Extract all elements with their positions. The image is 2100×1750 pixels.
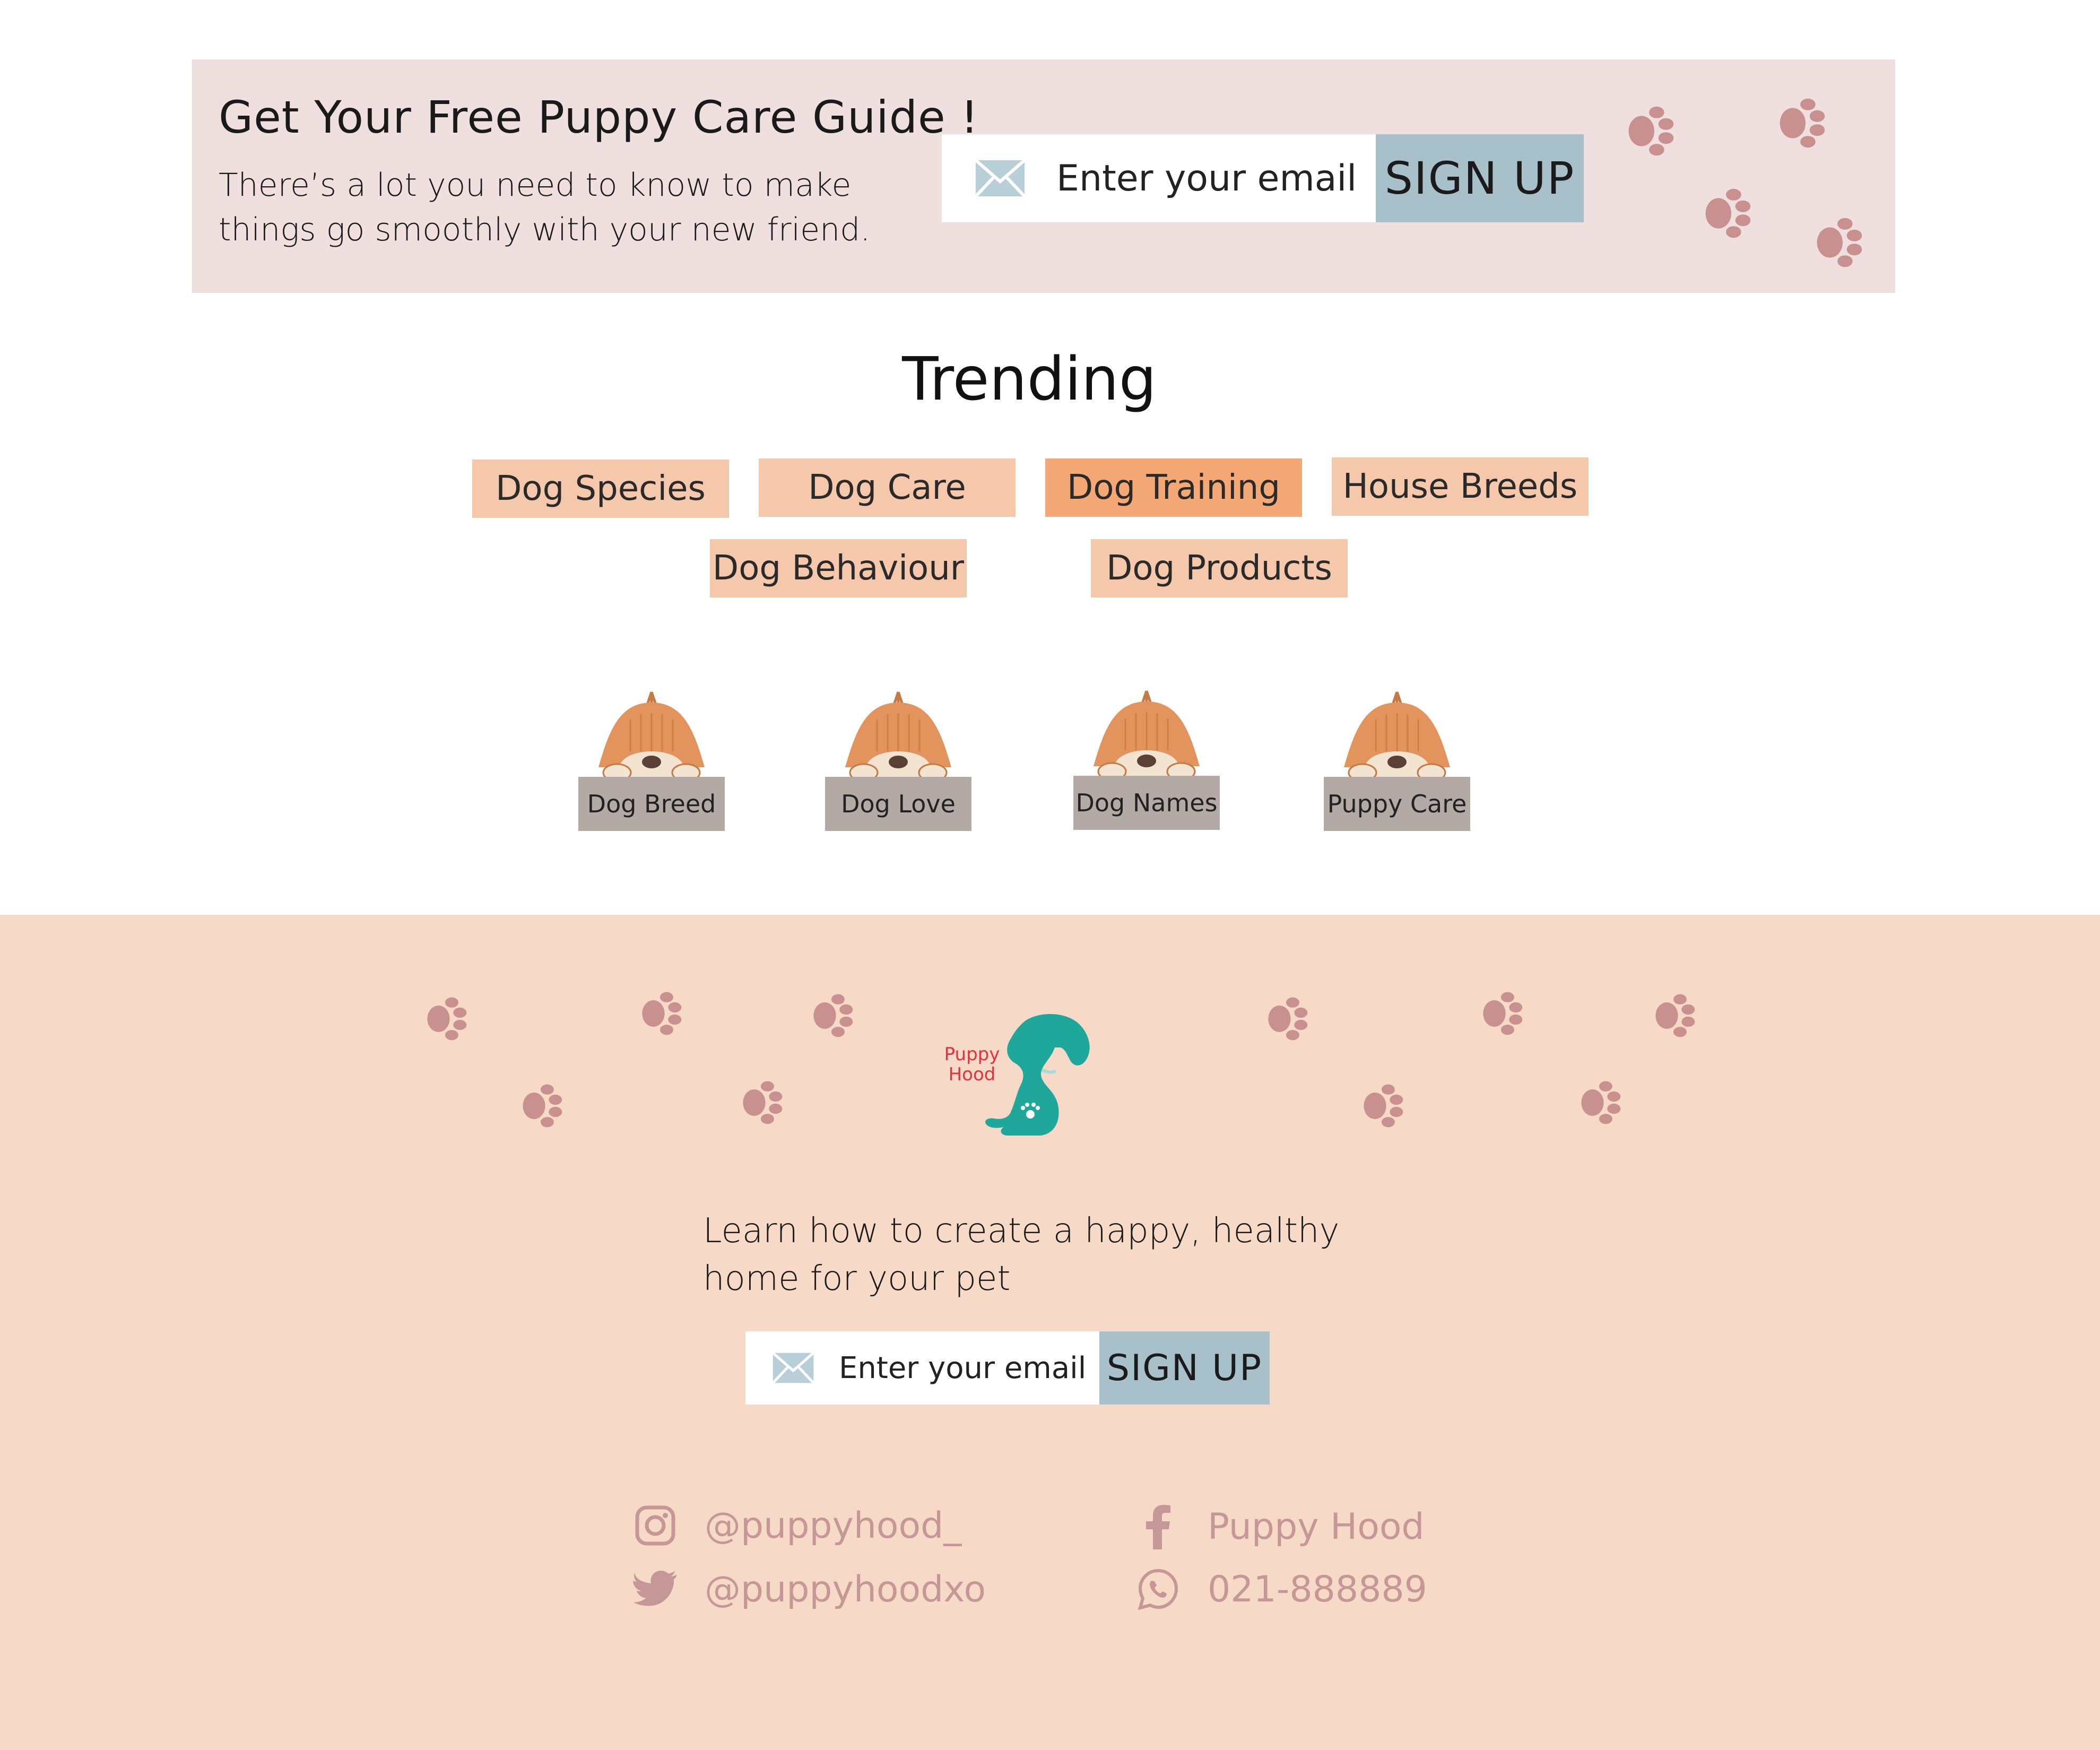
twitter-icon <box>631 1565 679 1613</box>
paw-print-icon <box>1655 994 1695 1037</box>
category-card[interactable]: Dog Breed <box>578 688 725 831</box>
puppy-illustration-icon <box>845 691 951 783</box>
paw-print-icon <box>1705 188 1751 238</box>
instagram-handle: @puppyhood_ <box>705 1504 962 1547</box>
whatsapp-icon <box>1134 1565 1182 1613</box>
email-input[interactable]: Enter your email <box>942 134 1376 222</box>
signup-button[interactable]: SIGN UP <box>1099 1331 1270 1405</box>
facebook-icon <box>1134 1503 1182 1550</box>
banner-title: Get Your Free Puppy Care Guide ! <box>219 91 979 143</box>
category-card[interactable]: Dog Love <box>825 688 971 831</box>
paw-print-icon <box>523 1084 562 1128</box>
paw-print-icon <box>1364 1084 1403 1128</box>
trending-title: Trending <box>902 345 1157 414</box>
puppy-illustration-icon <box>598 691 705 783</box>
puppy-illustration-icon <box>1094 690 1200 782</box>
puppy-hood-logo[interactable]: Puppy Hood <box>944 1010 1099 1145</box>
whatsapp-number: 021-888889 <box>1208 1568 1427 1610</box>
twitter-handle: @puppyhoodxo <box>705 1568 986 1610</box>
paw-print-icon <box>813 994 853 1037</box>
card-label: Dog Names <box>1073 776 1220 830</box>
tag-dog-products[interactable]: Dog Products <box>1091 539 1348 597</box>
tag-dog-training[interactable]: Dog Training <box>1045 458 1302 517</box>
instagram-icon <box>631 1502 679 1549</box>
puppy-illustration-icon <box>1344 691 1450 783</box>
paw-print-icon <box>427 997 467 1041</box>
paw-print-icon <box>1268 997 1308 1041</box>
logo-text: Puppy Hood <box>940 1044 1004 1085</box>
signup-button[interactable]: SIGN UP <box>1376 134 1584 222</box>
category-card[interactable]: Puppy Care <box>1324 688 1470 831</box>
envelope-icon <box>772 1352 814 1384</box>
paw-print-icon <box>1628 106 1674 156</box>
facebook-link[interactable]: Puppy Hood <box>1134 1503 1425 1550</box>
whatsapp-link[interactable]: 021-888889 <box>1134 1565 1427 1613</box>
paw-print-icon <box>642 992 682 1035</box>
logo-text-line-1: Puppy <box>944 1044 1000 1065</box>
tag-dog-species[interactable]: Dog Species <box>472 460 729 518</box>
card-label: Dog Love <box>825 777 971 831</box>
category-card[interactable]: Dog Names <box>1073 687 1220 830</box>
paw-print-icon <box>1780 98 1825 148</box>
card-label: Dog Breed <box>578 777 725 831</box>
paw-print-icon <box>1483 992 1523 1035</box>
envelope-icon <box>975 159 1026 197</box>
newsletter-signup-form: Enter your email SIGN UP <box>942 134 1584 222</box>
card-label: Puppy Care <box>1324 777 1470 831</box>
twitter-link[interactable]: @puppyhoodxo <box>631 1565 986 1613</box>
tag-dog-behaviour[interactable]: Dog Behaviour <box>710 539 967 597</box>
paw-print-icon <box>743 1081 783 1124</box>
paw-print-icon <box>1817 218 1862 267</box>
newsletter-banner: Get Your Free Puppy Care Guide ! There’s… <box>192 59 1895 293</box>
footer-signup-form: Enter your email SIGN UP <box>745 1331 1270 1405</box>
tag-house-breeds[interactable]: House Breeds <box>1332 457 1589 516</box>
footer-description: Learn how to create a happy, healthy hom… <box>703 1211 1340 1298</box>
banner-description: There’s a lot you need to know to make t… <box>219 167 871 248</box>
email-placeholder: Enter your email <box>839 1350 1087 1385</box>
email-input[interactable]: Enter your email <box>745 1331 1099 1405</box>
paw-print-icon <box>1581 1081 1621 1124</box>
email-placeholder: Enter your email <box>1056 157 1357 200</box>
tag-dog-care[interactable]: Dog Care <box>759 458 1016 517</box>
facebook-page-name: Puppy Hood <box>1208 1505 1425 1548</box>
instagram-link[interactable]: @puppyhood_ <box>631 1502 961 1549</box>
logo-text-line-2: Hood <box>948 1064 996 1085</box>
